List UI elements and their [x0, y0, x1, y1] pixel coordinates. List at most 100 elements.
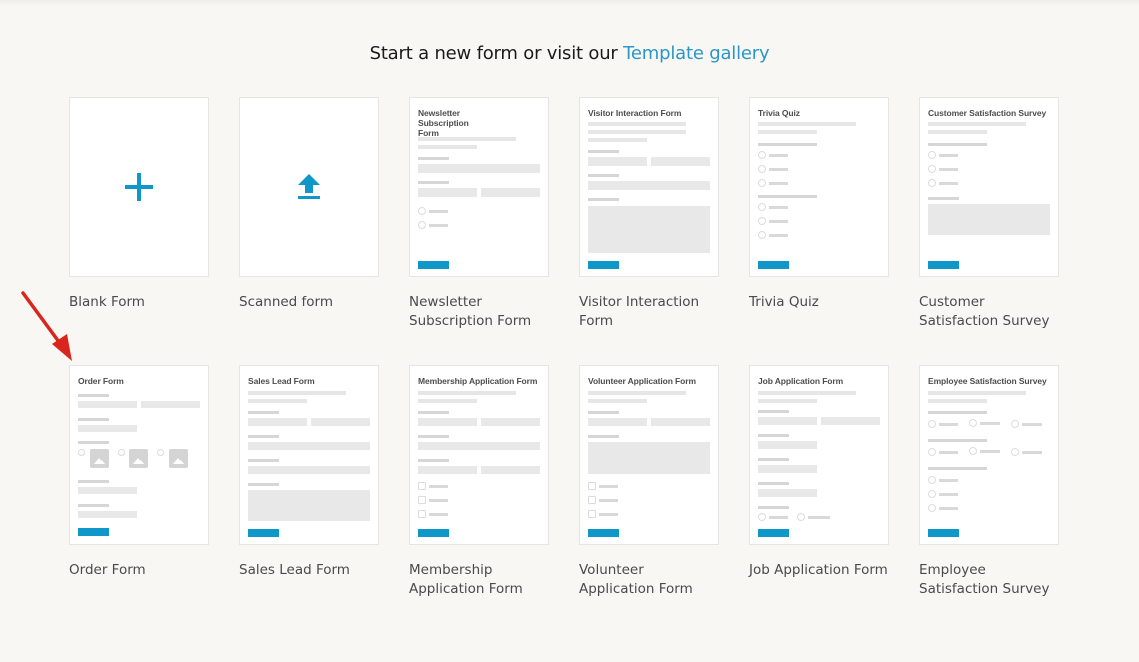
tile-employee-satisfaction-survey[interactable]: Employee Satisfaction Survey Employee Sa… [919, 365, 1059, 599]
tile-membership-application-form[interactable]: Membership Application Form Membership A… [409, 365, 549, 599]
template-preview[interactable]: Membership Application Form [409, 365, 549, 545]
template-gallery-link[interactable]: Template gallery [623, 43, 769, 64]
preview-option-label [939, 493, 958, 496]
tile-label[interactable]: Visitor Interaction Form [579, 293, 719, 331]
preview-submit-button [588, 261, 619, 269]
preview-checkbox [588, 496, 596, 504]
tile-label[interactable]: Customer Satisfaction Survey [919, 293, 1059, 331]
preview-option-label [429, 485, 448, 488]
preview-field-label [758, 410, 789, 413]
preview-checkbox [418, 496, 426, 504]
preview-option-label [769, 220, 788, 223]
tile-blank-form[interactable]: Blank Form [69, 97, 209, 312]
preview-radio [758, 151, 766, 159]
preview-text-line [758, 399, 817, 403]
preview-field-label [588, 174, 619, 177]
preview-submit-button [758, 261, 789, 269]
template-preview[interactable]: Employee Satisfaction Survey [919, 365, 1059, 545]
tile-card[interactable] [239, 97, 379, 277]
preview-input-field [588, 181, 710, 190]
tile-label[interactable]: Membership Application Form [409, 561, 549, 599]
image-placeholder-icon [169, 449, 188, 468]
upload-icon [298, 174, 320, 199]
preview-text-line [928, 122, 1026, 126]
preview-radio [928, 490, 936, 498]
tile-job-application-form[interactable]: Job Application Form Job Application For… [749, 365, 889, 580]
tile-order-form[interactable]: Order Form Order Form [69, 365, 209, 580]
preview-input-field [418, 188, 477, 197]
preview-radio [928, 165, 936, 173]
preview-option-label [429, 499, 448, 502]
preview-text-line [758, 122, 856, 126]
preview-radio [1011, 420, 1019, 428]
preview-option-label [808, 516, 830, 519]
preview-title: Customer Satisfaction Survey [928, 108, 1047, 118]
preview-title: Job Application Form [758, 376, 844, 386]
tile-label[interactable]: Newsletter Subscription Form [409, 293, 549, 331]
tile-label[interactable]: Job Application Form [749, 561, 889, 580]
preview-field-label [758, 482, 789, 485]
preview-option-label [939, 423, 958, 426]
preview-input-field [758, 465, 817, 473]
tile-newsletter-subscription-form[interactable]: Newsletter Subscription Form Newsletter … [409, 97, 549, 331]
preview-field-label [418, 411, 449, 414]
tile-label[interactable]: Order Form [69, 561, 209, 580]
tile-sales-lead-form[interactable]: Sales Lead Form Sales Lead Form [239, 365, 379, 580]
tile-volunteer-application-form[interactable]: Volunteer Application Form Volunteer App… [579, 365, 719, 599]
template-preview[interactable]: Customer Satisfaction Survey [919, 97, 1059, 277]
preview-title: Visitor Interaction Form [588, 108, 682, 118]
preview-input-field [141, 401, 200, 408]
preview-input-field [311, 418, 370, 426]
preview-text-line [418, 399, 477, 403]
preview-title: Employee Satisfaction Survey [928, 376, 1047, 386]
preview-field-label [758, 143, 817, 146]
preview-radio [969, 447, 977, 455]
preview-checkbox [588, 482, 596, 490]
tile-label[interactable]: Trivia Quiz [749, 293, 889, 312]
preview-radio [797, 513, 805, 521]
preview-checkbox [418, 510, 426, 518]
template-preview[interactable]: Order Form [69, 365, 209, 545]
tile-label[interactable]: Employee Satisfaction Survey [919, 561, 1059, 599]
tile-label[interactable]: Blank Form [69, 293, 209, 312]
template-preview[interactable]: Newsletter Subscription Form [409, 97, 549, 277]
preview-option-label [599, 499, 618, 502]
preview-input-field [481, 188, 540, 197]
template-preview[interactable]: Trivia Quiz [749, 97, 889, 277]
preview-option-label [1022, 423, 1042, 426]
tile-scanned-form[interactable]: Scanned form [239, 97, 379, 312]
preview-field-label [758, 506, 789, 509]
preview-radio [1011, 448, 1019, 456]
tile-label[interactable]: Scanned form [239, 293, 379, 312]
preview-radio [118, 449, 125, 456]
tile-card[interactable] [69, 97, 209, 277]
preview-text-line [928, 130, 987, 134]
template-preview[interactable]: Sales Lead Form [239, 365, 379, 545]
preview-radio [928, 420, 936, 428]
preview-text-line [928, 391, 1026, 395]
preview-field-label [928, 467, 987, 470]
tile-visitor-interaction-form[interactable]: Visitor Interaction Form Visitor Interac… [579, 97, 719, 331]
plus-icon [125, 173, 153, 201]
preview-option-label [1022, 451, 1042, 454]
preview-radio [418, 221, 426, 229]
tile-label[interactable]: Sales Lead Form [239, 561, 379, 580]
template-preview[interactable]: Visitor Interaction Form [579, 97, 719, 277]
heading-text: Start a new form or visit our [369, 43, 624, 64]
tile-label[interactable]: Volunteer Application Form [579, 561, 719, 599]
preview-option-label [769, 516, 788, 519]
preview-radio [758, 217, 766, 225]
preview-input-field [248, 442, 370, 450]
preview-input-field [78, 425, 137, 432]
template-preview[interactable]: Volunteer Application Form [579, 365, 719, 545]
tile-customer-satisfaction-survey[interactable]: Customer Satisfaction Survey Customer Sa… [919, 97, 1059, 331]
tile-trivia-quiz[interactable]: Trivia Quiz Trivia Quiz [749, 97, 889, 312]
preview-input-field [481, 418, 540, 426]
preview-text-line [588, 138, 647, 142]
preview-radio [758, 513, 766, 521]
preview-field-label [928, 143, 987, 146]
template-preview[interactable]: Job Application Form [749, 365, 889, 545]
preview-field-label [758, 458, 789, 461]
preview-title: Newsletter Subscription Form [418, 108, 469, 138]
preview-option-label [769, 182, 788, 185]
